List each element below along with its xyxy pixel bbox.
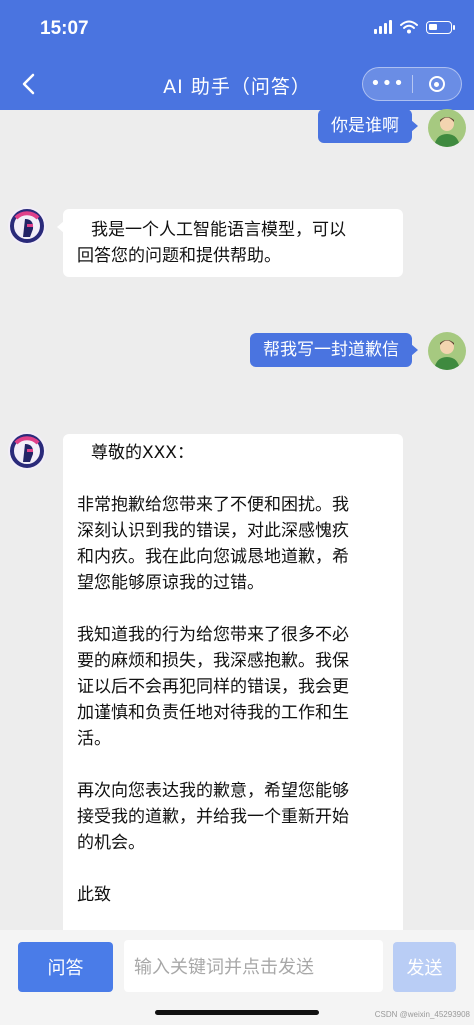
user-message-bubble: 帮我写一封道歉信 [250, 333, 418, 367]
letter-blank-line [77, 466, 389, 492]
message-text: 你是谁啊 [331, 116, 399, 136]
ai-avatar [8, 207, 46, 245]
status-time: 15:07 [40, 18, 89, 39]
letter-line: 活。 [77, 729, 111, 749]
ai-message-bubble: 我是一个人工智能语言模型，可以 回答您的问题和提供帮助。 [57, 209, 403, 277]
message-line: 我是一个人工智能语言模型，可以 [91, 220, 346, 240]
more-icon[interactable]: ••• [363, 69, 412, 99]
message-line: 回答您的问题和提供帮助。 [77, 246, 281, 266]
status-icons [374, 20, 455, 34]
letter-line: 望您能够原谅我的过错。 [77, 573, 264, 593]
mini-program-capsule: ••• [362, 67, 462, 101]
letter-line: 非常抱歉给您带来了不便和困扰。我 [77, 495, 349, 515]
letter-blank-line [77, 596, 389, 622]
letter-line: 再次向您表达我的歉意，希望您能够 [77, 781, 349, 801]
ai-avatar [8, 432, 46, 470]
wifi-icon [400, 20, 418, 34]
ask-button[interactable]: 问答 [18, 942, 113, 992]
letter-line: 证以后不会再犯同样的错误，我会更 [77, 677, 349, 697]
user-avatar [428, 109, 466, 147]
user-avatar [428, 332, 466, 370]
letter-line: 深刻认识到我的错误，对此深感愧疚 [77, 521, 349, 541]
letter-greeting: 尊敬的XXX： [91, 443, 194, 463]
battery-icon [426, 20, 455, 34]
letter-blank-line [77, 908, 389, 930]
letter-blank-line [77, 856, 389, 882]
letter-line: 我知道我的行为给您带来了很多不必 [77, 625, 349, 645]
app-header: 15:07 AI 助手（问答） ••• [0, 0, 474, 110]
keyword-input[interactable]: 输入关键词并点击发送 [124, 940, 383, 992]
letter-line: 加谨慎和负责任地对待我的工作和生 [77, 703, 349, 723]
message-text: 帮我写一封道歉信 [263, 340, 399, 360]
letter-closing: 此致 [77, 885, 111, 905]
input-placeholder: 输入关键词并点击发送 [134, 957, 314, 978]
letter-line: 要的麻烦和损失，我深感抱歉。我保 [77, 651, 349, 671]
home-indicator [155, 1010, 319, 1015]
letter-line: 接受我的道歉，并给我一个重新开始 [77, 807, 349, 827]
letter-line: 的机会。 [77, 833, 145, 853]
letter-line: 和内疚。我在此向您诚恳地道歉，希 [77, 547, 349, 567]
send-button[interactable]: 发送 [393, 942, 456, 992]
ai-message-bubble: 尊敬的XXX： 非常抱歉给您带来了不便和困扰。我 深刻认识到我的错误，对此深感愧… [63, 434, 403, 930]
close-mini-program-icon[interactable] [413, 76, 461, 92]
signal-icon [374, 20, 392, 34]
letter-blank-line [77, 752, 389, 778]
user-message-bubble: 你是谁啊 [318, 109, 418, 143]
watermark: CSDN @weixin_45293908 [374, 1010, 470, 1019]
